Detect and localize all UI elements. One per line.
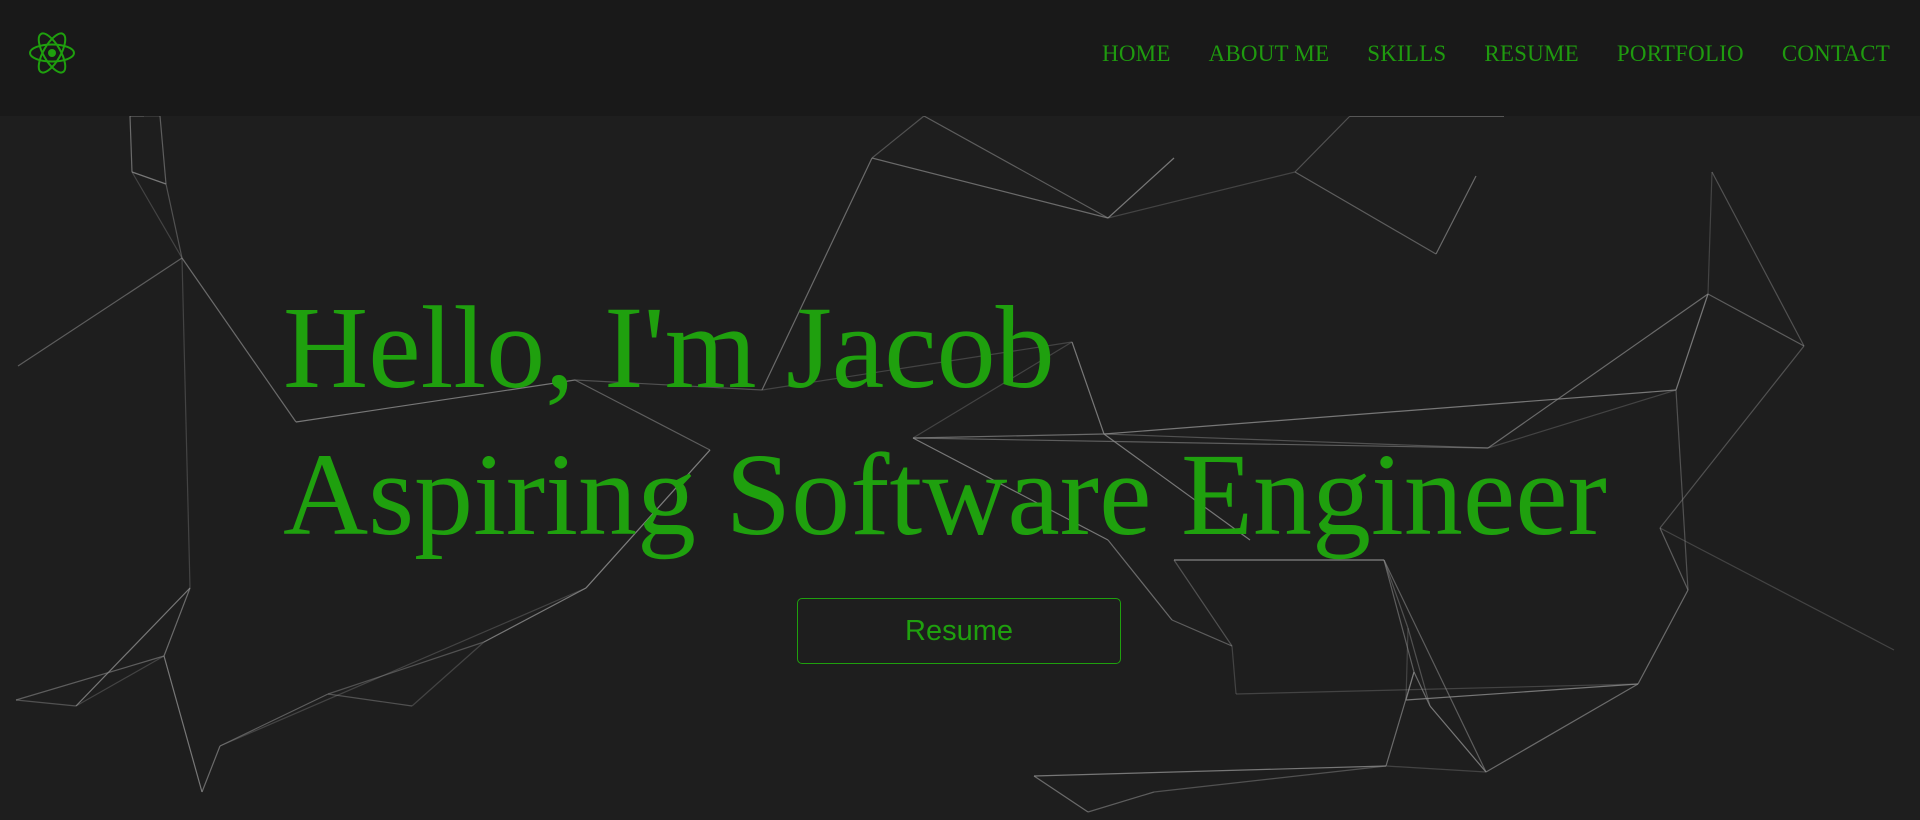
network-line bbox=[1385, 765, 1487, 773]
page: HOME ABOUT ME SKILLS RESUME PORTFOLIO CO… bbox=[0, 0, 1920, 820]
nav-link-skills[interactable]: SKILLS bbox=[1367, 40, 1446, 67]
network-line bbox=[1071, 341, 1105, 435]
nav-link-contact[interactable]: CONTACT bbox=[1782, 40, 1890, 67]
network-line bbox=[165, 183, 183, 259]
network-line bbox=[1103, 389, 1677, 435]
navbar: HOME ABOUT ME SKILLS RESUME PORTFOLIO CO… bbox=[0, 0, 1920, 116]
network-line bbox=[15, 699, 77, 707]
network-line bbox=[923, 115, 1109, 219]
network-line bbox=[327, 693, 413, 707]
network-line bbox=[181, 257, 191, 589]
network-line bbox=[1485, 683, 1639, 773]
network-line bbox=[1487, 293, 1709, 449]
network-line bbox=[1637, 589, 1689, 685]
nav-link-about-me[interactable]: ABOUT ME bbox=[1209, 40, 1330, 67]
network-line bbox=[163, 655, 203, 793]
network-line bbox=[1711, 171, 1805, 347]
network-line bbox=[1231, 645, 1237, 695]
network-line bbox=[15, 655, 165, 701]
network-line bbox=[201, 745, 221, 793]
network-line bbox=[129, 115, 133, 173]
network-line bbox=[483, 587, 587, 643]
network-line bbox=[1107, 157, 1175, 219]
network-line bbox=[181, 257, 297, 423]
network-line bbox=[1033, 775, 1089, 813]
network-line bbox=[163, 587, 191, 657]
network-line bbox=[1383, 559, 1487, 773]
network-line bbox=[219, 587, 587, 747]
network-line bbox=[327, 641, 485, 695]
network-line bbox=[1383, 559, 1409, 629]
react-atom-icon[interactable] bbox=[28, 31, 76, 75]
network-line bbox=[131, 171, 167, 185]
nav-link-resume[interactable]: RESUME bbox=[1484, 40, 1579, 67]
network-line bbox=[1659, 527, 1689, 591]
network-line bbox=[159, 115, 167, 185]
network-line bbox=[1707, 171, 1713, 295]
network-line bbox=[1659, 527, 1895, 651]
nav-menu: HOME ABOUT ME SKILLS RESUME PORTFOLIO CO… bbox=[1064, 40, 1890, 67]
network-line bbox=[871, 157, 1109, 219]
network-line bbox=[17, 257, 183, 367]
network-line bbox=[1675, 389, 1689, 591]
network-line bbox=[1385, 671, 1415, 767]
network-line bbox=[1087, 791, 1155, 813]
network-line bbox=[1294, 171, 1437, 255]
network-line bbox=[1675, 293, 1709, 391]
network-line bbox=[131, 171, 183, 259]
hero-greeting: Hello, I'm Jacob bbox=[283, 282, 1055, 413]
hero-tagline: Aspiring Software Engineer bbox=[283, 429, 1607, 560]
network-line bbox=[1033, 765, 1387, 777]
network-line bbox=[1235, 683, 1639, 695]
network-line bbox=[1294, 115, 1351, 173]
network-line bbox=[1383, 559, 1415, 673]
network-line bbox=[219, 693, 329, 747]
network-line bbox=[1107, 171, 1296, 219]
network-line bbox=[1435, 175, 1477, 255]
nav-link-home[interactable]: HOME bbox=[1102, 40, 1171, 67]
network-line bbox=[1429, 705, 1487, 773]
network-line bbox=[1153, 765, 1387, 793]
network-line bbox=[411, 641, 485, 707]
network-line bbox=[871, 115, 925, 159]
network-line bbox=[1407, 627, 1431, 707]
resume-button[interactable]: Resume bbox=[797, 598, 1121, 664]
network-line bbox=[75, 655, 165, 707]
nav-link-portfolio[interactable]: PORTFOLIO bbox=[1617, 40, 1744, 67]
